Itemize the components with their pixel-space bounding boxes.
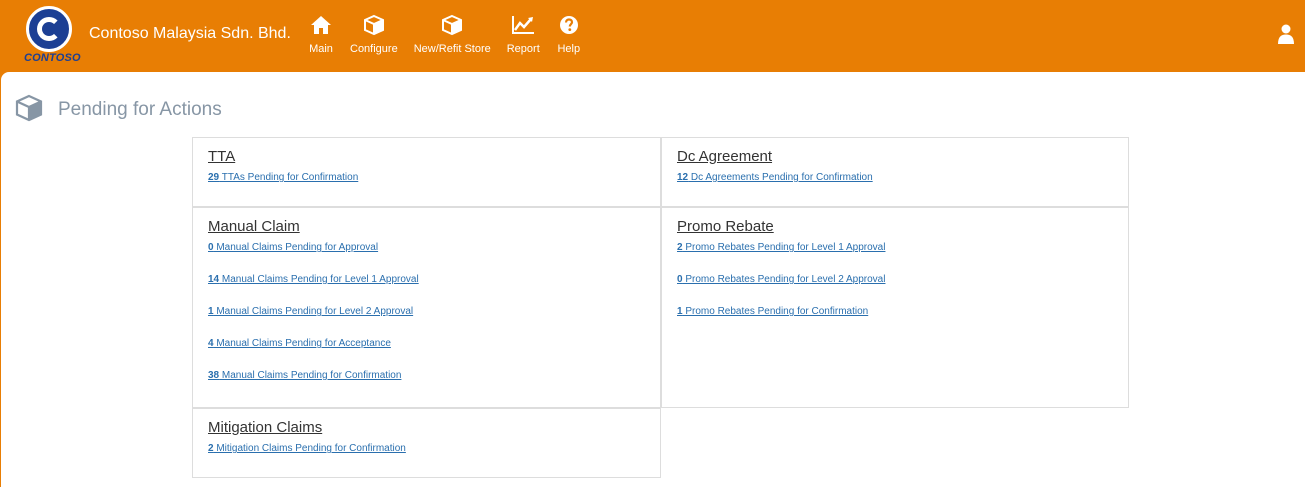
card-mitigation-claims-title[interactable]: Mitigation Claims <box>208 419 322 436</box>
nav-help[interactable]: Help <box>548 12 590 62</box>
card-mitigation-claims: Mitigation Claims 2 Mitigation Claims Pe… <box>192 408 661 478</box>
link-text: Manual Claims Pending for Level 2 Approv… <box>213 306 414 317</box>
manual-link-level1[interactable]: 14 Manual Claims Pending for Level 1 App… <box>208 274 645 285</box>
card-manual-claim: Manual Claim 0 Manual Claims Pending for… <box>192 207 661 408</box>
nav-main[interactable]: Main <box>300 12 342 62</box>
link-text: Manual Claims Pending for Acceptance <box>213 338 391 349</box>
link-text: Manual Claims Pending for Level 1 Approv… <box>219 274 419 285</box>
page-title: Pending for Actions <box>58 99 222 120</box>
help-icon <box>556 12 582 38</box>
main-nav: Main Configure New/Refit Store Report He… <box>300 12 590 62</box>
nav-report[interactable]: Report <box>499 12 548 62</box>
card-dc-agreement-title[interactable]: Dc Agreement <box>677 148 772 165</box>
link-count: 29 <box>208 172 220 183</box>
nav-main-label: Main <box>309 43 333 55</box>
card-tta-title[interactable]: TTA <box>208 148 235 165</box>
nav-configure-label: Configure <box>350 43 398 55</box>
link-text: Mitigation Claims Pending for Confirmati… <box>213 443 406 454</box>
link-text: Promo Rebates Pending for Level 1 Approv… <box>682 242 886 253</box>
link-count: 14 <box>208 274 220 285</box>
link-text: Promo Rebates Pending for Level 2 Approv… <box>682 274 886 285</box>
home-icon <box>308 12 334 38</box>
link-text: Dc Agreements Pending for Confirmation <box>688 172 873 183</box>
nav-help-label: Help <box>557 43 581 55</box>
top-navbar: CONTOSO Contoso Malaysia Sdn. Bhd. Main … <box>0 0 1305 72</box>
cube-icon <box>361 12 387 38</box>
manual-link-level2[interactable]: 1 Manual Claims Pending for Level 2 Appr… <box>208 306 645 317</box>
manual-link-confirmation[interactable]: 38 Manual Claims Pending for Confirmatio… <box>208 370 645 381</box>
link-count: 38 <box>208 370 220 381</box>
company-name: Contoso Malaysia Sdn. Bhd. <box>89 25 291 42</box>
nav-configure[interactable]: Configure <box>342 12 406 62</box>
promo-link-confirmation[interactable]: 1 Promo Rebates Pending for Confirmation <box>677 306 1113 317</box>
logo-circle-icon <box>26 6 72 52</box>
link-text: Promo Rebates Pending for Confirmation <box>682 306 869 317</box>
tta-link-confirmation[interactable]: 29 TTAs Pending for Confirmation <box>208 172 645 183</box>
mitigation-link-confirmation[interactable]: 2 Mitigation Claims Pending for Confirma… <box>208 443 645 454</box>
link-text: Manual Claims Pending for Confirmation <box>219 370 402 381</box>
contoso-logo[interactable]: CONTOSO <box>24 6 81 68</box>
promo-link-level2[interactable]: 0 Promo Rebates Pending for Level 2 Appr… <box>677 274 1113 285</box>
logo-text: CONTOSO <box>24 52 81 64</box>
card-promo-rebate-title[interactable]: Promo Rebate <box>677 218 774 235</box>
card-promo-rebate: Promo Rebate 2 Promo Rebates Pending for… <box>661 207 1129 408</box>
nav-new-refit-store-label: New/Refit Store <box>413 43 491 55</box>
card-manual-claim-title[interactable]: Manual Claim <box>208 218 300 235</box>
link-text: TTAs Pending for Confirmation <box>219 172 359 183</box>
link-text: Manual Claims Pending for Approval <box>213 242 379 253</box>
nav-report-label: Report <box>506 43 540 55</box>
user-icon[interactable] <box>1278 24 1298 46</box>
manual-link-acceptance[interactable]: 4 Manual Claims Pending for Acceptance <box>208 338 645 349</box>
logo-c-icon <box>37 17 61 41</box>
dc-link-confirmation[interactable]: 12 Dc Agreements Pending for Confirmatio… <box>677 172 1113 183</box>
card-tta: TTA 29 TTAs Pending for Confirmation <box>192 137 661 207</box>
line-chart-icon <box>510 12 536 38</box>
link-count: 12 <box>677 172 689 183</box>
promo-link-level1[interactable]: 2 Promo Rebates Pending for Level 1 Appr… <box>677 242 1113 253</box>
card-dc-agreement: Dc Agreement 12 Dc Agreements Pending fo… <box>661 137 1129 207</box>
cube-icon <box>439 12 465 38</box>
manual-link-approval[interactable]: 0 Manual Claims Pending for Approval <box>208 242 645 253</box>
cube-icon <box>15 94 45 124</box>
nav-new-refit-store[interactable]: New/Refit Store <box>406 12 499 62</box>
content-panel: Pending for Actions TTA 29 TTAs Pending … <box>1 72 1305 487</box>
